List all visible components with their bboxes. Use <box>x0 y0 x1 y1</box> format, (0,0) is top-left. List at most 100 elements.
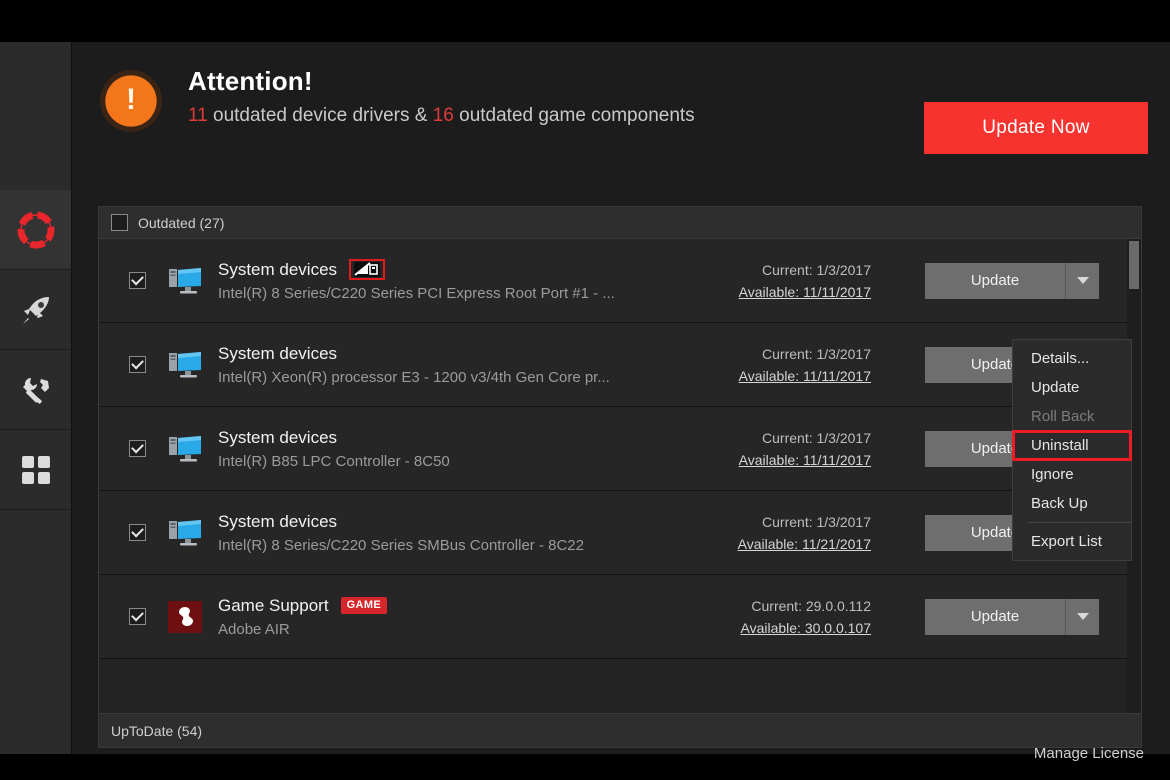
menu-item-export-list[interactable]: Export List <box>1013 527 1131 556</box>
row-current-version: Current: 1/3/2017 <box>762 345 871 362</box>
drivers-count: 11 <box>188 105 208 126</box>
row-title-label: System devices <box>218 343 338 363</box>
grid-icon <box>21 455 51 485</box>
update-now-button[interactable]: Update Now <box>924 102 1148 154</box>
row-dropdown-toggle[interactable] <box>1065 262 1099 299</box>
row-action-group: Update <box>925 262 1099 299</box>
attention-text: Attention! 11 outdated device drivers & … <box>188 64 695 129</box>
row-versions: Current: 1/3/2017 Available: 11/21/2017 <box>705 514 925 552</box>
row-available-version[interactable]: Available: 11/11/2017 <box>705 452 871 468</box>
row-subtitle: Intel(R) 8 Series/C220 Series PCI Expres… <box>218 285 615 302</box>
adobe-air-icon <box>168 600 202 633</box>
row-update-button[interactable]: Update <box>925 262 1065 299</box>
row-subtitle: Intel(R) Xeon(R) processor E3 - 1200 v3/… <box>218 368 610 386</box>
application-window: ! Attention! 11 outdated device drivers … <box>0 0 1170 780</box>
menu-item-back-up[interactable]: Back Up <box>1013 489 1131 518</box>
computer-icon <box>169 267 201 293</box>
row-current-version: Current: 29.0.0.112 <box>751 597 871 614</box>
computer-icon <box>169 435 201 461</box>
row-title: System devices <box>218 344 705 364</box>
menu-item-details[interactable]: Details... <box>1013 344 1131 373</box>
row-title-label: System devices <box>218 259 338 279</box>
sidebar-item-driver-updates[interactable] <box>0 190 71 270</box>
scrollbar-thumb[interactable] <box>1129 241 1139 289</box>
attention-summary: 11 outdated device drivers & 16 outdated… <box>188 103 695 129</box>
sidebar-item-tools[interactable] <box>0 350 71 430</box>
row-versions: Current: 1/3/2017 Available: 11/11/2017 <box>705 430 925 468</box>
sidebar <box>0 42 72 754</box>
no-signal-icon <box>349 259 386 280</box>
menu-item-ignore[interactable]: Ignore <box>1013 460 1131 489</box>
table-row[interactable]: System devices Intel(R) Xeon(R) processo… <box>99 323 1141 407</box>
group-header-uptodate-label: UpToDate (54) <box>111 722 203 739</box>
row-current-version: Current: 1/3/2017 <box>762 261 871 278</box>
row-subtitle: Intel(R) B85 LPC Controller - 8C50 <box>218 452 450 470</box>
row-text: System devices Intel(R) Xeon(R) processo… <box>218 344 705 386</box>
row-title: System devices <box>218 428 705 448</box>
row-available-version[interactable]: Available: 11/21/2017 <box>705 536 871 552</box>
tools-icon <box>19 373 53 407</box>
drivers-text: outdated device drivers & <box>207 105 433 126</box>
main-window: ! Attention! 11 outdated device drivers … <box>0 42 1170 762</box>
computer-icon <box>169 519 201 545</box>
row-title-label: System devices <box>218 427 338 447</box>
main-content: ! Attention! 11 outdated device drivers … <box>72 42 1170 762</box>
row-text: System devices Intel(R) B85 LPC Controll… <box>218 428 705 470</box>
row-versions: Current: 1/3/2017 Available: 11/11/2017 <box>705 346 925 384</box>
group-header-outdated[interactable]: Outdated (27) <box>99 207 1141 239</box>
exclamation-icon: ! <box>100 70 162 132</box>
group-header-outdated-label: Outdated (27) <box>138 214 225 231</box>
row-versions: Current: 29.0.0.112 Available: 30.0.0.10… <box>705 598 925 636</box>
row-versions: Current: 1/3/2017 Available: 11/11/2017 <box>705 262 925 300</box>
row-text: Game Support GAME Adobe AIR <box>218 596 705 638</box>
driver-list-panel: Outdated (27) System devices Intel(R) 8 … <box>98 206 1142 748</box>
chevron-down-icon <box>1076 277 1089 284</box>
context-dropdown-menu[interactable]: Details... Update Roll Back Uninstall Ignore… <box>1012 339 1132 561</box>
page-title: Attention! <box>188 66 313 96</box>
row-checkbox[interactable] <box>129 440 146 457</box>
row-checkbox[interactable] <box>129 524 146 541</box>
row-title: System devices <box>218 259 705 280</box>
row-available-version[interactable]: Available: 11/11/2017 <box>705 284 871 300</box>
menu-separator <box>1027 522 1131 523</box>
row-current-version: Current: 1/3/2017 <box>762 429 871 446</box>
row-subtitle: Intel(R) 8 Series/C220 Series SMBus Cont… <box>218 536 584 554</box>
sidebar-item-apps[interactable] <box>0 430 71 510</box>
sidebar-item-game-boost[interactable] <box>0 270 71 350</box>
row-checkbox[interactable] <box>129 356 146 373</box>
driver-rows: System devices Intel(R) 8 Series/C220 Se… <box>99 239 1141 715</box>
game-badge: GAME <box>340 597 388 614</box>
table-row[interactable]: System devices Intel(R) 8 Series/C220 Se… <box>99 491 1141 575</box>
row-text: System devices Intel(R) 8 Series/C220 Se… <box>218 259 705 302</box>
group-header-uptodate[interactable]: UpToDate (54) <box>99 713 1141 747</box>
row-checkbox[interactable] <box>129 608 146 625</box>
row-available-version[interactable]: Available: 30.0.0.107 <box>705 620 871 636</box>
chevron-down-icon <box>1076 613 1089 620</box>
computer-icon <box>169 351 201 377</box>
row-title-label: System devices <box>218 511 338 531</box>
row-current-version: Current: 1/3/2017 <box>762 513 871 530</box>
attention-banner: ! Attention! 11 outdated device drivers … <box>72 42 1170 200</box>
manage-license-link[interactable]: Manage License <box>1034 745 1144 762</box>
menu-item-update[interactable]: Update <box>1013 373 1131 402</box>
menu-item-uninstall[interactable]: Uninstall <box>1012 430 1132 461</box>
table-row[interactable]: Game Support GAME Adobe AIR Current: 29.0… <box>99 575 1141 659</box>
life-ring-icon <box>17 211 55 249</box>
row-title: Game Support GAME <box>218 596 705 616</box>
select-all-outdated-checkbox[interactable] <box>111 214 128 231</box>
row-dropdown-toggle[interactable] <box>1065 598 1099 635</box>
table-row[interactable]: System devices Intel(R) B85 LPC Controll… <box>99 407 1141 491</box>
rocket-icon <box>19 293 53 327</box>
menu-item-roll-back: Roll Back <box>1031 408 1095 425</box>
components-count: 16 <box>432 105 454 126</box>
row-checkbox[interactable] <box>129 272 146 289</box>
row-title-label: Game Support <box>218 595 329 615</box>
row-available-version[interactable]: Available: 11/11/2017 <box>705 368 871 384</box>
row-update-button[interactable]: Update <box>925 598 1065 635</box>
row-text: System devices Intel(R) 8 Series/C220 Se… <box>218 512 705 554</box>
table-row[interactable]: System devices Intel(R) 8 Series/C220 Se… <box>99 239 1141 323</box>
row-action-group: Update <box>925 598 1099 635</box>
components-text: outdated game components <box>453 105 695 126</box>
row-title: System devices <box>218 512 705 532</box>
row-subtitle: Adobe AIR <box>218 620 290 638</box>
